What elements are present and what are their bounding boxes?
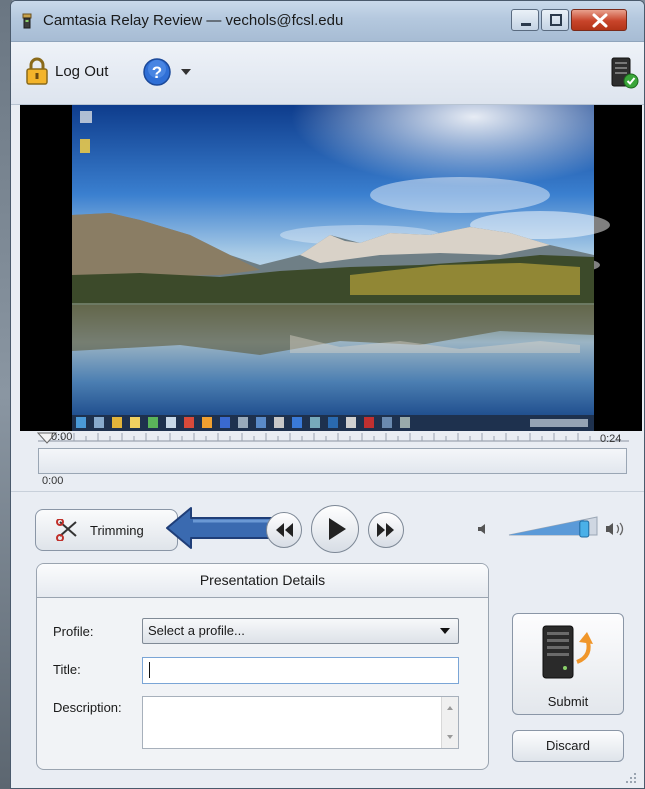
minimize-button[interactable] — [511, 9, 539, 31]
app-icon — [22, 13, 32, 29]
volume-thumb[interactable] — [579, 520, 590, 538]
submit-button[interactable]: Submit — [512, 613, 624, 715]
discard-button[interactable]: Discard — [512, 730, 624, 762]
lock-icon — [26, 57, 48, 85]
profile-value: Select a profile... — [148, 623, 245, 638]
close-button[interactable] — [571, 9, 627, 31]
divider — [11, 491, 644, 492]
maximize-button[interactable] — [541, 9, 569, 31]
scroll-arrows-icon — [447, 706, 453, 739]
trimming-button[interactable]: Trimming — [35, 509, 178, 551]
close-icon — [592, 13, 608, 28]
timeline-track[interactable] — [38, 448, 627, 474]
logout-button[interactable]: Log Out — [25, 56, 108, 86]
presentation-details-panel: Presentation Details Profile: Select a p… — [36, 563, 489, 770]
title-label: Title: — [53, 662, 81, 677]
title-input[interactable] — [142, 657, 459, 684]
video-preview[interactable] — [20, 105, 642, 431]
callout-arrow-icon — [166, 507, 274, 549]
chevron-down-icon — [440, 628, 450, 634]
svg-text:?: ? — [152, 63, 162, 82]
resize-grip-icon[interactable] — [624, 771, 638, 785]
profile-label: Profile: — [53, 624, 94, 639]
help-icon[interactable]: ? — [143, 58, 171, 86]
description-label: Description: — [53, 700, 122, 715]
play-button[interactable] — [311, 505, 359, 553]
help-dropdown-chevron-icon[interactable] — [181, 69, 191, 77]
server-status-icon — [611, 57, 639, 89]
scissors-icon — [56, 519, 77, 541]
video-frame — [20, 105, 642, 431]
submit-label: Submit — [547, 694, 589, 709]
fast-forward-icon — [377, 523, 394, 537]
trimming-label: Trimming — [90, 522, 144, 538]
volume-slider[interactable] — [507, 513, 603, 539]
profile-select[interactable]: Select a profile... — [142, 618, 459, 644]
play-icon — [329, 518, 346, 540]
maximize-icon — [550, 14, 562, 26]
desktop-wallpaper-image — [72, 105, 610, 431]
minimize-icon — [521, 23, 531, 26]
panel-title: Presentation Details — [37, 564, 488, 598]
toolbar: Log Out ? — [11, 42, 644, 105]
rewind-button[interactable] — [266, 512, 302, 548]
server-upload-icon — [542, 625, 593, 679]
current-time: 0:00 — [42, 475, 64, 487]
volume-high-icon — [606, 522, 624, 536]
window-title: Camtasia Relay Review — vechols@fcsl.edu — [43, 12, 344, 29]
text-cursor — [149, 662, 150, 678]
app-window: Camtasia Relay Review — vechols@fcsl.edu… — [10, 0, 645, 789]
fast-forward-button[interactable] — [368, 512, 404, 548]
timeline-ruler[interactable] — [36, 427, 631, 449]
logout-label: Log Out — [55, 62, 109, 80]
rewind-icon — [276, 523, 293, 537]
description-textarea[interactable] — [142, 696, 459, 749]
description-scrollbar[interactable] — [441, 697, 458, 748]
timeline-start-time: 0:00 — [51, 431, 73, 443]
title-bar[interactable]: Camtasia Relay Review — vechols@fcsl.edu — [11, 1, 644, 42]
volume-low-icon — [478, 524, 485, 534]
timeline-end-time: 0:24 — [600, 433, 622, 445]
